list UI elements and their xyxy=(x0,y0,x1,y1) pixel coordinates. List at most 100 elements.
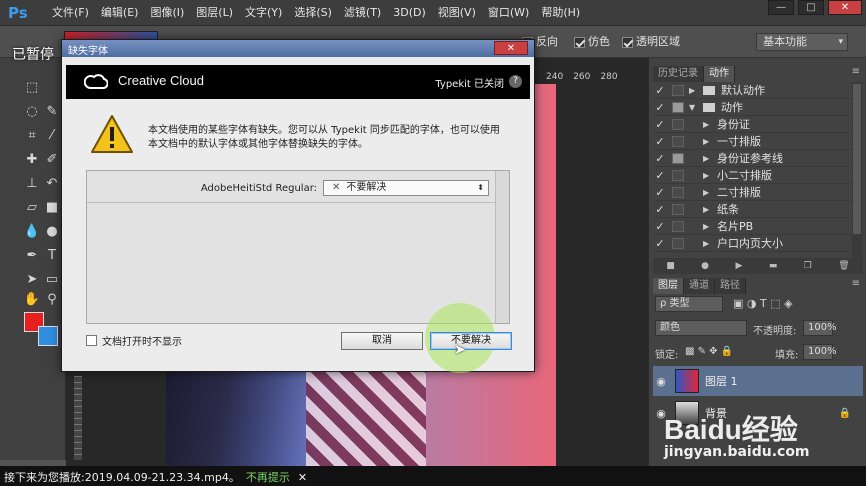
action-row[interactable]: ✓ ▶ 二寸排版 xyxy=(653,184,853,201)
check-icon[interactable]: ✓ xyxy=(653,135,667,148)
menu-layer[interactable]: 图层(L) xyxy=(190,0,239,26)
type-tool-icon[interactable]: T xyxy=(42,246,62,266)
fill-field[interactable]: 100% xyxy=(803,344,837,360)
action-row[interactable]: ✓ ▶ 小二寸排版 xyxy=(653,167,853,184)
action-row-actions[interactable]: ✓ ▼ 动作 xyxy=(653,99,853,116)
menu-type[interactable]: 文字(Y) xyxy=(239,0,288,26)
marquee-tool-icon[interactable]: ⬚ xyxy=(22,78,42,98)
dont-show-option[interactable]: 文档打开时不显示 xyxy=(86,333,182,348)
layer-filter-select[interactable]: ρ 类型 xyxy=(655,296,723,312)
dialog-close-button[interactable]: ✕ xyxy=(494,41,528,55)
brush-tool-icon[interactable]: ✐ xyxy=(42,150,62,170)
cancel-button[interactable]: 取消 xyxy=(341,332,423,350)
expand-triangle-icon[interactable]: ▶ xyxy=(689,222,717,231)
expand-triangle-icon[interactable]: ▶ xyxy=(689,120,717,129)
menu-3d[interactable]: 3D(D) xyxy=(387,0,432,26)
check-icon[interactable]: ✓ xyxy=(653,237,667,250)
expand-triangle-icon[interactable]: ▶ xyxy=(689,239,717,248)
clone-stamp-icon[interactable]: ⊥ xyxy=(22,174,42,194)
panel-menu-icon[interactable]: ≡ xyxy=(852,66,860,77)
menu-file[interactable]: 文件(F) xyxy=(46,0,95,26)
dialog-titlebar[interactable]: 缺失字体 ✕ xyxy=(62,40,534,57)
menu-filter[interactable]: 滤镜(T) xyxy=(338,0,387,26)
layer-name[interactable]: 图层 1 xyxy=(705,373,738,389)
transparency-checkbox[interactable] xyxy=(622,36,633,48)
zoom-tool-icon[interactable]: ⚲ xyxy=(42,290,62,310)
action-row[interactable]: ✓ ▶ 户口内页大小 xyxy=(653,235,853,252)
check-icon[interactable]: ✓ xyxy=(653,84,667,97)
expand-triangle-icon[interactable]: ▶ xyxy=(689,188,717,197)
blur-tool-icon[interactable]: 💧 xyxy=(22,222,42,242)
notification-close-icon[interactable]: ✕ xyxy=(298,471,307,484)
actions-scrollbar[interactable] xyxy=(852,82,862,258)
check-icon[interactable]: ✓ xyxy=(653,169,667,182)
action-row[interactable]: ✓ ▶ 一寸排版 xyxy=(653,133,853,150)
check-icon[interactable]: ✓ xyxy=(653,101,667,114)
font-resolve-select[interactable]: ✕ 不要解决 ⬍ xyxy=(323,180,489,196)
record-icon[interactable]: ● xyxy=(701,258,709,274)
dialog-toggle-box[interactable] xyxy=(672,220,684,232)
expand-triangle-icon[interactable]: ▶ xyxy=(689,205,717,214)
background-color-swatch[interactable] xyxy=(38,326,58,346)
check-icon[interactable]: ✓ xyxy=(653,220,667,233)
action-row[interactable]: ✓ ▶ 身份证 xyxy=(653,116,853,133)
tab-actions[interactable]: 动作 xyxy=(704,66,735,82)
layers-panel-menu-icon[interactable]: ≡ xyxy=(852,278,860,289)
help-icon[interactable]: ? xyxy=(509,75,522,88)
dialog-toggle-box[interactable] xyxy=(672,237,684,249)
dialog-toggle-box[interactable] xyxy=(672,169,684,181)
menu-edit[interactable]: 编辑(E) xyxy=(95,0,145,26)
menu-image[interactable]: 图像(I) xyxy=(144,0,190,26)
expand-triangle-icon[interactable]: ▶ xyxy=(689,137,717,146)
dont-show-checkbox[interactable] xyxy=(86,335,97,346)
maximize-button[interactable]: □ xyxy=(798,0,824,15)
menu-help[interactable]: 帮助(H) xyxy=(535,0,586,26)
expand-triangle-icon[interactable]: ▶ xyxy=(689,154,717,163)
opacity-field[interactable]: 100% xyxy=(803,320,837,336)
check-icon[interactable]: ✓ xyxy=(653,118,667,131)
blend-mode-select[interactable]: 颜色 xyxy=(655,320,747,336)
dither-option[interactable]: 仿色 xyxy=(574,34,610,50)
dont-resolve-button[interactable]: 不要解决 xyxy=(430,332,512,350)
action-row-default[interactable]: ✓ ▶ 默认动作 xyxy=(653,82,853,99)
path-select-icon[interactable]: ➤ xyxy=(22,270,42,290)
trash-icon[interactable]: 🗑 xyxy=(838,258,849,274)
dialog-toggle-box[interactable] xyxy=(672,118,684,130)
dither-checkbox[interactable] xyxy=(574,36,585,48)
list-scrollbar[interactable] xyxy=(495,171,509,323)
tab-history[interactable]: 历史记录 xyxy=(653,66,704,82)
new-set-icon[interactable]: ▬ xyxy=(769,258,778,274)
dialog-toggle-box[interactable] xyxy=(672,84,684,96)
tab-layers[interactable]: 图层 xyxy=(653,278,684,294)
lock-icons[interactable]: ▩ ✎ ✥ 🔒 xyxy=(685,346,733,357)
scroll-thumb[interactable] xyxy=(853,84,861,234)
lasso-tool-icon[interactable]: ◌ xyxy=(22,102,42,122)
dodge-tool-icon[interactable]: ● xyxy=(42,222,62,242)
new-action-icon[interactable]: ❐ xyxy=(804,258,812,274)
crop-tool-icon[interactable]: ⌗ xyxy=(22,126,42,146)
tab-paths[interactable]: 路径 xyxy=(715,278,746,294)
dialog-toggle-box[interactable] xyxy=(672,135,684,147)
dialog-toggle-box[interactable] xyxy=(672,101,684,113)
menu-view[interactable]: 视图(V) xyxy=(432,0,482,26)
collapse-triangle-icon[interactable]: ▼ xyxy=(689,103,703,112)
dialog-toggle-box[interactable] xyxy=(672,152,684,164)
eraser-tool-icon[interactable]: ▱ xyxy=(22,198,42,218)
dialog-toggle-box[interactable] xyxy=(672,203,684,215)
menu-select[interactable]: 选择(S) xyxy=(288,0,338,26)
play-icon[interactable]: ▶ xyxy=(735,258,742,274)
minimize-button[interactable]: — xyxy=(768,0,794,15)
check-icon[interactable]: ✓ xyxy=(653,186,667,199)
tab-channels[interactable]: 通道 xyxy=(684,278,715,294)
gradient-tool-icon[interactable]: ■ xyxy=(42,198,62,218)
eyedropper-tool-icon[interactable]: ⁄ xyxy=(42,126,62,146)
transparency-option[interactable]: 透明区域 xyxy=(622,34,680,50)
layer-row-1[interactable]: ◉ 图层 1 xyxy=(653,366,863,396)
close-window-button[interactable]: ✕ xyxy=(828,0,862,15)
expand-triangle-icon[interactable]: ▶ xyxy=(689,86,703,95)
expand-triangle-icon[interactable]: ▶ xyxy=(689,171,717,180)
shape-tool-icon[interactable]: ▭ xyxy=(42,270,62,290)
check-icon[interactable]: ✓ xyxy=(653,203,667,216)
pen-tool-icon[interactable]: ✒ xyxy=(22,246,42,266)
eye-icon[interactable]: ◉ xyxy=(653,375,669,388)
